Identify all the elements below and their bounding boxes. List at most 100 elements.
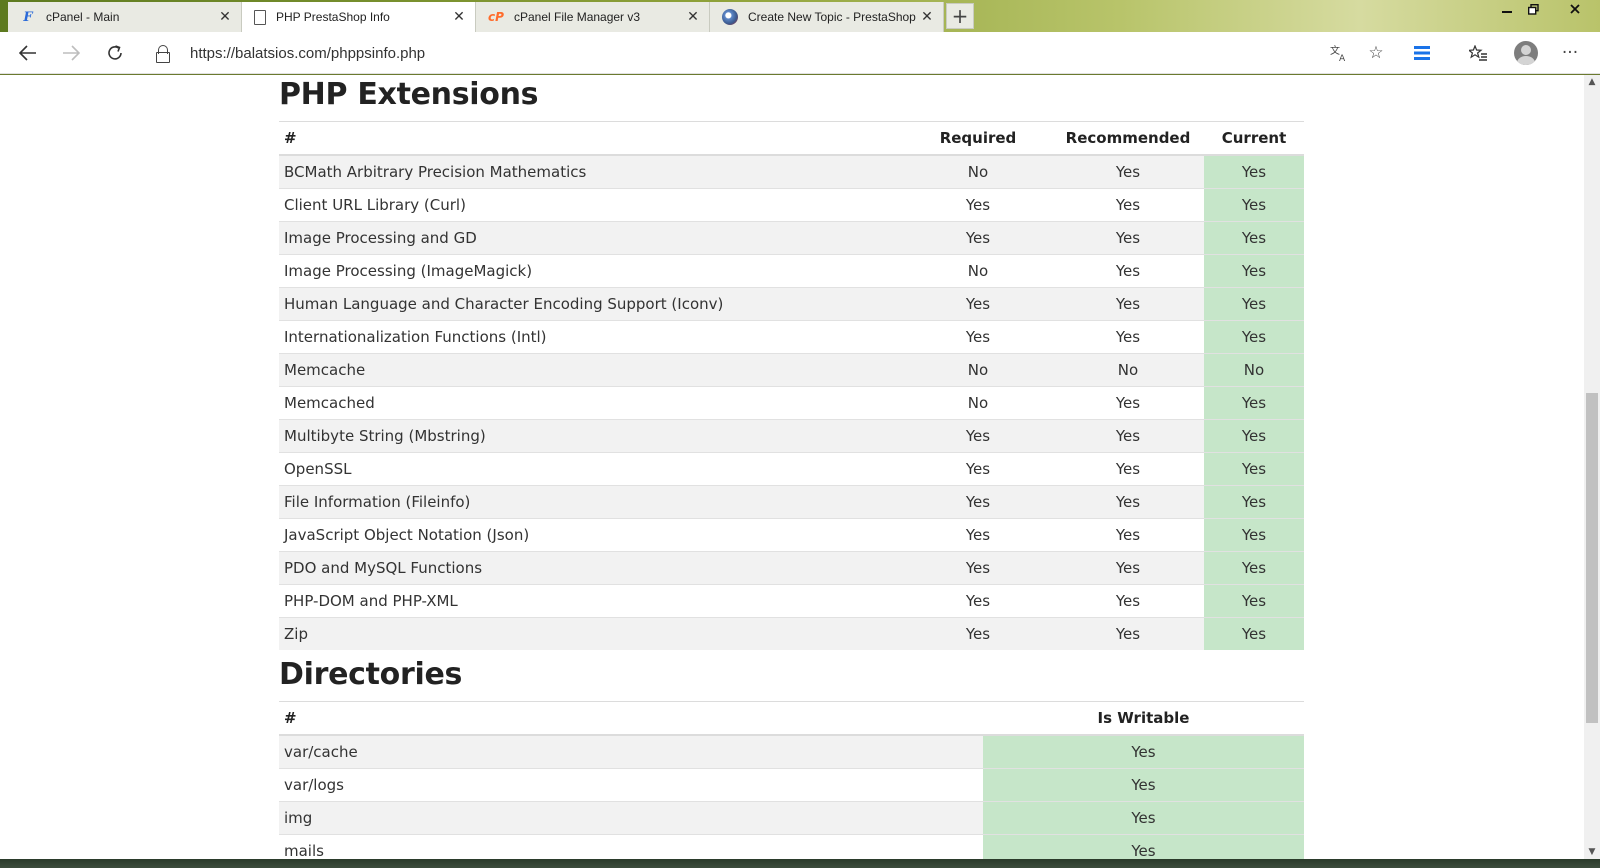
recommended-cell: Yes [1052,451,1204,485]
required-cell: Yes [904,616,1052,650]
required-cell: Yes [904,220,1052,254]
cpanel-f-icon: F [23,9,33,25]
tab-cpanel-main[interactable]: F cPanel - Main ✕ [8,2,242,32]
extension-name-cell: Internationalization Functions (Intl) [279,319,904,353]
table-header-row: # Required Recommended Current [279,122,1304,156]
refresh-button[interactable] [101,40,129,66]
current-cell: Yes [1204,418,1304,452]
directories-table: # Is Writable var/cache Yes var/logs Yes img… [279,702,1304,859]
tab-title: cPanel - Main [46,10,120,24]
translate-icon[interactable]: 文A [1327,42,1351,64]
table-row: Memcache No No No [279,352,1304,386]
recommended-cell: Yes [1052,517,1204,551]
php-extensions-title: PHP Extensions [279,75,1304,122]
table-row: var/logs Yes [279,767,1304,801]
profile-avatar[interactable] [1514,41,1538,65]
current-cell: Yes [1204,319,1304,353]
extension-name-cell: Memcache [279,352,904,386]
table-row: var/cache Yes [279,734,1304,768]
recommended-cell: Yes [1052,616,1204,650]
recommended-cell: Yes [1052,253,1204,287]
back-button[interactable] [14,40,42,66]
tab-cpanel-file-manager[interactable]: cP cPanel File Manager v3 ✕ [476,2,710,32]
favorites-list-icon[interactable] [1466,42,1490,64]
current-cell: Yes [1204,220,1304,254]
close-icon[interactable]: ✕ [451,9,467,25]
directories-body: var/cache Yes var/logs Yes img Yes mails Yes [279,734,1304,859]
table-row: Internationalization Functions (Intl) Yes… [279,319,1304,353]
table-header-row: # Is Writable [279,702,1304,736]
more-options-icon[interactable]: ··· [1558,42,1582,64]
required-cell: Yes [904,319,1052,353]
collections-icon[interactable] [1410,42,1434,64]
recommended-cell: Yes [1052,154,1204,188]
close-icon[interactable]: ✕ [685,9,701,25]
current-cell: Yes [1204,385,1304,419]
required-cell: Yes [904,583,1052,617]
required-cell: Yes [904,550,1052,584]
recommended-cell: Yes [1052,220,1204,254]
current-cell: Yes [1204,154,1304,188]
recommended-cell: Yes [1052,385,1204,419]
column-header-is-writable: Is Writable [983,702,1304,736]
extension-name-cell: OpenSSL [279,451,904,485]
table-row: BCMath Arbitrary Precision Mathematics No… [279,154,1304,188]
address-bar[interactable]: https://balatsios.com/phppsinfo.php [150,38,1390,68]
table-row: PHP-DOM and PHP-XML Yes Yes Yes [279,583,1304,617]
required-cell: Yes [904,187,1052,221]
vertical-scrollbar[interactable]: ▲ ▼ [1584,75,1600,859]
extension-name-cell: Human Language and Character Encoding Su… [279,286,904,320]
table-row: mails Yes [279,833,1304,859]
table-row: Image Processing and GD Yes Yes Yes [279,220,1304,254]
recommended-cell: Yes [1052,319,1204,353]
minimize-icon[interactable] [1494,0,1520,18]
scroll-up-arrow-icon[interactable]: ▲ [1584,75,1600,89]
required-cell: Yes [904,418,1052,452]
url-text[interactable]: https://balatsios.com/phppsinfo.php [190,45,425,62]
current-cell: No [1204,352,1304,386]
prestashop-icon [722,9,738,25]
required-cell: No [904,352,1052,386]
table-row: Zip Yes Yes Yes [279,616,1304,650]
forward-button[interactable] [57,40,85,66]
close-icon[interactable]: ✕ [919,9,935,25]
current-cell: Yes [1204,253,1304,287]
table-row: JavaScript Object Notation (Json) Yes Yes Y… [279,517,1304,551]
extension-name-cell: BCMath Arbitrary Precision Mathematics [279,154,904,188]
extension-name-cell: Client URL Library (Curl) [279,187,904,221]
current-cell: Yes [1204,550,1304,584]
required-cell: No [904,385,1052,419]
favorite-star-icon[interactable]: ☆ [1364,42,1388,64]
directory-name-cell: mails [279,833,983,859]
is-writable-cell: Yes [983,734,1304,768]
table-row: Image Processing (ImageMagick) No Yes Yes [279,253,1304,287]
directories-section: Directories # Is Writable var/cache Yes va… [279,655,1304,859]
tab-title: PHP PrestaShop Info [276,10,390,24]
is-writable-cell: Yes [983,767,1304,801]
tab-title: Create New Topic - PrestaShop F [748,10,919,24]
extension-name-cell: PDO and MySQL Functions [279,550,904,584]
extension-name-cell: JavaScript Object Notation (Json) [279,517,904,551]
current-cell: Yes [1204,517,1304,551]
lock-icon[interactable] [156,45,170,63]
column-header-hash: # [279,122,904,156]
recommended-cell: Yes [1052,484,1204,518]
os-taskbar [0,859,1600,868]
table-row: img Yes [279,800,1304,834]
recommended-cell: Yes [1052,418,1204,452]
table-row: OpenSSL Yes Yes Yes [279,451,1304,485]
recommended-cell: No [1052,352,1204,386]
new-tab-button[interactable]: + [946,3,974,29]
is-writable-cell: Yes [983,800,1304,834]
scrollbar-thumb[interactable] [1586,393,1598,723]
restore-icon[interactable] [1520,0,1546,18]
tab-php-prestashop-info[interactable]: PHP PrestaShop Info ✕ [242,2,476,32]
close-window-icon[interactable] [1560,0,1590,18]
table-row: PDO and MySQL Functions Yes Yes Yes [279,550,1304,584]
svg-text:A: A [1339,54,1346,62]
close-icon[interactable]: ✕ [217,9,233,25]
tab-create-new-topic[interactable]: Create New Topic - PrestaShop F ✕ [710,2,944,32]
page-icon [254,9,266,25]
scroll-down-arrow-icon[interactable]: ▼ [1584,845,1600,859]
extension-name-cell: Multibyte String (Mbstring) [279,418,904,452]
